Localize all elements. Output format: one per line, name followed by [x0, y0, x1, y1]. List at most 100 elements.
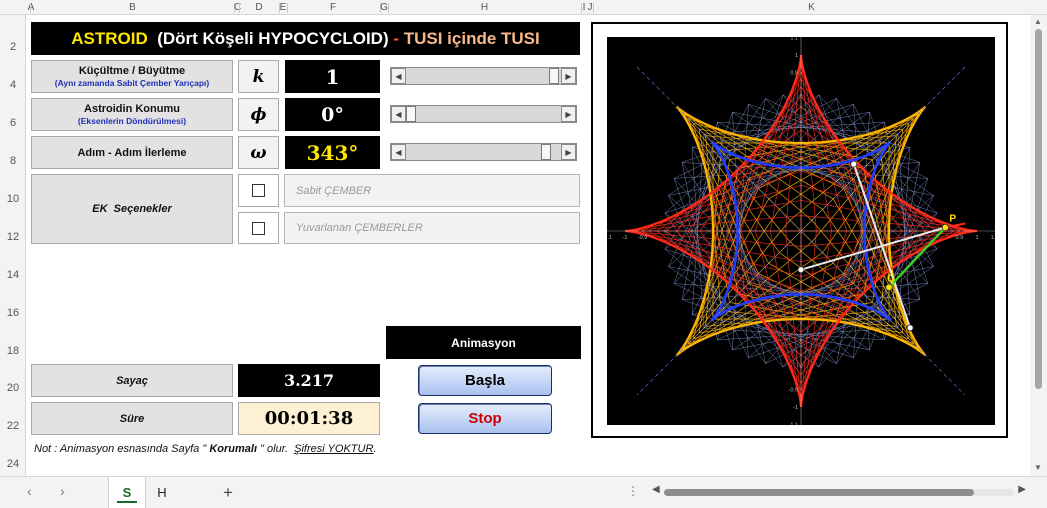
row-number[interactable]: 8: [0, 155, 26, 167]
scale-sublabel: (Aynı zamanda Sabit Çember Yarıçapı): [54, 78, 210, 88]
column-letter[interactable]: E: [279, 0, 287, 15]
position-slider-thumb[interactable]: [406, 106, 416, 122]
fixed-circle-checkbox-cell: [238, 174, 279, 207]
note-bold: Korumalı: [206, 443, 261, 455]
astroid-plot: -1.1 -1 -0.9 0.9 1 1.1 1.1 1 0.9 -0.9 -1 -1.1 P Q: [607, 37, 995, 425]
row-number[interactable]: 10: [0, 193, 26, 205]
column-letter[interactable]: K: [593, 0, 1030, 15]
title-tusi: TUSI içinde TUSI: [403, 28, 540, 48]
title-dash: -: [388, 28, 404, 48]
extra-options-label: EK Seçenekler: [92, 203, 172, 215]
step-slider[interactable]: ◀ ▶: [390, 143, 577, 161]
column-header: A B C D E F G H I J K: [0, 0, 1047, 15]
row-number[interactable]: 24: [0, 458, 26, 470]
rolling-circles-option[interactable]: Yuvarlanan ÇEMBERLER: [284, 212, 580, 244]
y-tick-label: 1: [795, 53, 798, 59]
row-number[interactable]: 12: [0, 231, 26, 243]
step-slider-thumb[interactable]: [541, 144, 551, 160]
position-label: Astroidin Konumu: [84, 103, 180, 115]
note-password-link[interactable]: Şifresi YOKTUR: [294, 443, 373, 455]
note-suffix: .: [373, 443, 377, 455]
start-button[interactable]: Başla: [418, 365, 552, 396]
next-sheet-icon[interactable]: ›: [60, 483, 65, 499]
sheet-tab-s[interactable]: S: [108, 477, 146, 508]
column-letter[interactable]: G: [380, 0, 388, 15]
row-number[interactable]: 6: [0, 117, 26, 129]
position-value: 0°: [285, 98, 380, 131]
point-p: [941, 223, 949, 232]
x-tick-label: -0.9: [638, 235, 647, 241]
astroid-chart[interactable]: -1.1 -1 -0.9 0.9 1 1.1 1.1 1 0.9 -0.9 -1 -1.1 P Q: [591, 22, 1008, 438]
row-number[interactable]: 14: [0, 269, 26, 281]
add-sheet-button[interactable]: +: [214, 477, 242, 508]
slider-right-arrow-icon[interactable]: ▶: [561, 144, 576, 160]
position-label-box: Astroidin Konumu (Eksenlerin Döndürülmes…: [31, 98, 233, 131]
scale-slider[interactable]: ◀ ▶: [390, 67, 577, 85]
position-symbol: ϕ: [238, 98, 279, 131]
rolling-circles-checkbox-cell: [238, 212, 279, 244]
y-tick-label: -1: [793, 405, 798, 411]
y-tick-label: 1.1: [790, 37, 798, 41]
row-number[interactable]: 18: [0, 345, 26, 357]
more-options-icon[interactable]: ⋮: [627, 484, 639, 498]
point-q-label: Q: [887, 273, 895, 284]
protection-note: Not : Animasyon esnasında Sayfa " Koruma…: [34, 443, 376, 455]
prev-sheet-icon[interactable]: ‹: [27, 483, 32, 499]
column-letter[interactable]: H: [388, 0, 581, 15]
slider-left-arrow-icon[interactable]: ◀: [391, 144, 406, 160]
slider-right-arrow-icon[interactable]: ▶: [561, 106, 576, 122]
counter-label: Sayaç: [116, 374, 148, 387]
horizontal-scroll-thumb[interactable]: [664, 489, 974, 496]
column-letter[interactable]: D: [239, 0, 279, 15]
slider-left-arrow-icon[interactable]: ◀: [391, 68, 406, 84]
step-symbol: ω: [238, 136, 279, 169]
vertical-scrollbar[interactable]: ▲ ▼: [1030, 15, 1047, 476]
scroll-right-icon[interactable]: ▶: [1018, 484, 1026, 495]
joint-point: [850, 160, 858, 168]
scale-symbol: k: [238, 60, 279, 93]
page-title: ASTROID (Dört Köşeli HYPOCYCLOID) - TUSI…: [31, 22, 580, 55]
row-number[interactable]: 22: [0, 420, 26, 432]
x-tick-label: 0.9: [956, 235, 964, 241]
duration-label-box: Süre: [31, 402, 233, 435]
fixed-circle-option[interactable]: Sabit ÇEMBER: [284, 174, 580, 207]
step-label-box: Adım - Adım İlerleme: [31, 136, 233, 169]
sheet-tab-bar: ‹ › S H + ⋮ ◀ ▶: [0, 476, 1047, 508]
scale-label-box: Küçültme / Büyütme (Aynı zamanda Sabit Ç…: [31, 60, 233, 93]
row-number[interactable]: 4: [0, 79, 26, 91]
position-slider[interactable]: ◀ ▶: [390, 105, 577, 123]
duration-value: 00:01:38: [238, 402, 380, 435]
animation-header: Animasyon: [386, 326, 581, 359]
fixed-circle-checkbox[interactable]: [252, 184, 265, 197]
column-letter[interactable]: B: [30, 0, 235, 15]
scale-value: 1: [285, 60, 380, 93]
column-letter[interactable]: F: [287, 0, 379, 15]
y-tick-label: 0.9: [790, 71, 798, 77]
sheet-tab-h[interactable]: H: [146, 477, 178, 508]
scroll-down-icon[interactable]: ▼: [1034, 463, 1042, 472]
scroll-left-icon[interactable]: ◀: [652, 484, 660, 495]
horizontal-scrollbar[interactable]: ◀ ▶: [650, 484, 1028, 498]
counter-value: 3.217: [238, 364, 380, 397]
scale-slider-thumb[interactable]: [549, 68, 559, 84]
counter-label-box: Sayaç: [31, 364, 233, 397]
row-header: 2 4 6 8 10 12 14 16 18 20 22 24: [0, 15, 26, 476]
row-number[interactable]: 16: [0, 307, 26, 319]
x-tick-label: -1: [623, 235, 628, 241]
x-tick-label: -1.1: [607, 235, 612, 241]
stop-button[interactable]: Stop: [418, 403, 552, 434]
rolling-circles-checkbox[interactable]: [252, 221, 265, 235]
y-tick-label: -0.9: [789, 387, 798, 393]
extra-options-box: EK Seçenekler: [31, 174, 233, 244]
scroll-up-icon[interactable]: ▲: [1034, 17, 1042, 26]
row-number[interactable]: 2: [0, 41, 26, 53]
vertical-scroll-thumb[interactable]: [1035, 29, 1042, 389]
scale-label: Küçültme / Büyütme: [78, 65, 186, 77]
duration-label: Süre: [119, 412, 145, 425]
position-sublabel: (Eksenlerin Döndürülmesi): [77, 116, 187, 126]
x-tick-label: 1: [975, 235, 978, 241]
y-tick-label: -1.1: [789, 423, 798, 425]
row-number[interactable]: 20: [0, 382, 26, 394]
slider-right-arrow-icon[interactable]: ▶: [561, 68, 576, 84]
slider-left-arrow-icon[interactable]: ◀: [391, 106, 406, 122]
